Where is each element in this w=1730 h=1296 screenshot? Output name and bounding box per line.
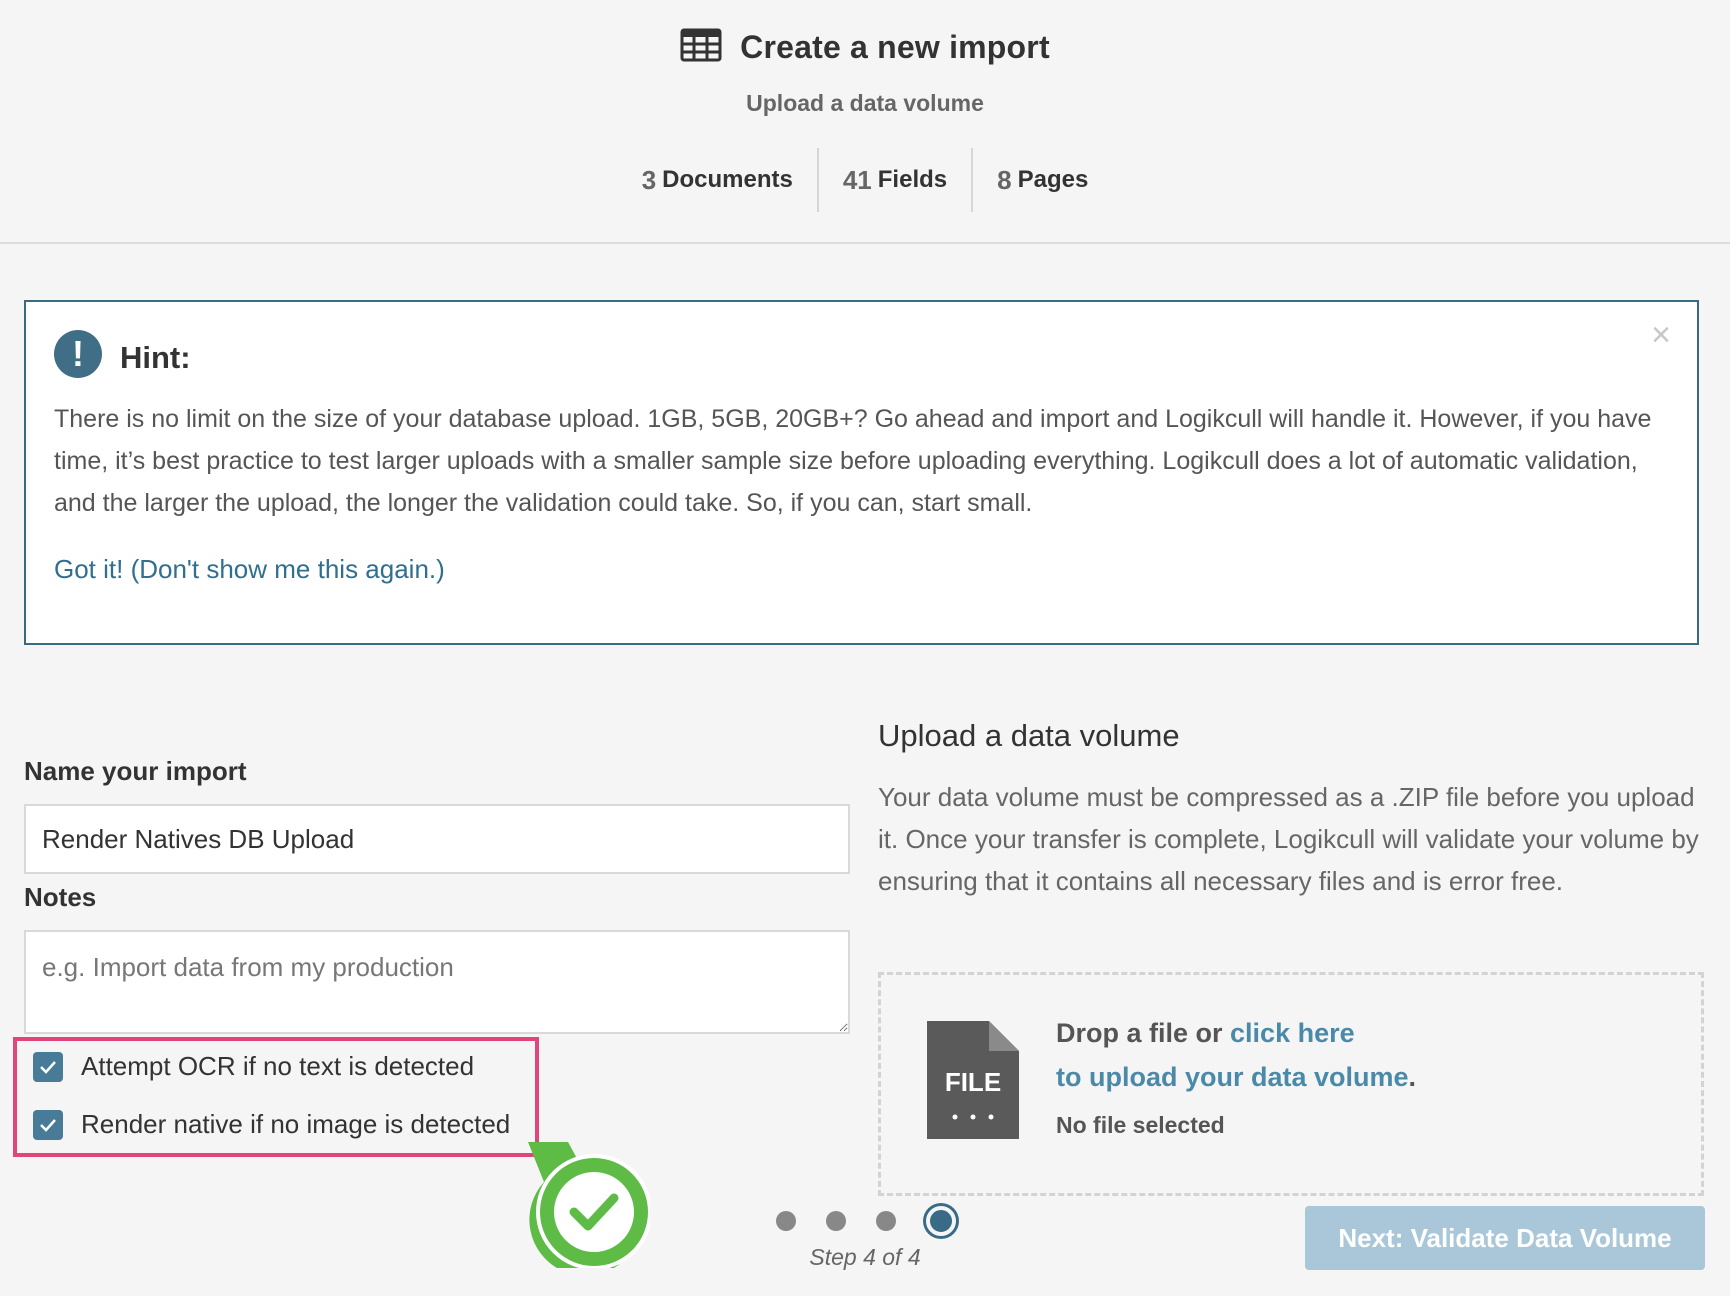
- step-dot-1: [776, 1211, 796, 1231]
- stat-documents-label: Documents: [662, 166, 793, 193]
- step-dot-3: [876, 1211, 896, 1231]
- checkmark-icon: [40, 1118, 56, 1132]
- file-icon: FILE: [923, 1017, 1023, 1148]
- page-subtitle: Upload a data volume: [746, 90, 984, 116]
- page-header: Create a new import Upload a data volume…: [0, 0, 1730, 244]
- upload-title: Upload a data volume: [878, 718, 1180, 753]
- notes-label: Notes: [24, 882, 97, 912]
- step-dot-2: [826, 1211, 846, 1231]
- file-dropzone[interactable]: FILE Drop a file or click here to upload…: [878, 972, 1704, 1196]
- ocr-checkbox[interactable]: [33, 1051, 63, 1082]
- table-icon: [680, 28, 722, 67]
- stat-pages: 8 Pages: [971, 148, 1112, 212]
- stat-pages-count: 8: [997, 164, 1012, 195]
- drop-instructions: Drop a file or click here to upload your…: [1056, 1011, 1416, 1099]
- upload-description: Your data volume must be compressed as a…: [878, 782, 1699, 896]
- import-stats: 3 Documents 41 Fields 8 Pages: [0, 148, 1730, 212]
- hint-panel: ! Hint: × There is no limit on the size …: [24, 300, 1699, 645]
- name-label: Name your import: [24, 756, 247, 786]
- drop-suffix: .: [1408, 1062, 1417, 1092]
- checkmark-icon: [40, 1060, 56, 1074]
- close-icon[interactable]: ×: [1651, 316, 1671, 355]
- hint-body: There is no limit on the size of your da…: [54, 405, 1652, 517]
- next-validate-button[interactable]: Next: Validate Data Volume: [1305, 1206, 1705, 1270]
- render-native-option-label: Render native if no image is detected: [81, 1109, 511, 1139]
- step-indicator: [776, 1206, 956, 1236]
- file-icon-text: FILE: [945, 1067, 1001, 1097]
- stat-fields: 41 Fields: [816, 148, 971, 212]
- render-native-checkbox[interactable]: [33, 1109, 63, 1140]
- ocr-option[interactable]: Attempt OCR if no text is detected: [33, 1051, 474, 1082]
- file-status: No file selected: [1056, 1112, 1225, 1138]
- ocr-option-label: Attempt OCR if no text is detected: [81, 1051, 475, 1081]
- title-row: Create a new import: [0, 28, 1730, 67]
- stat-fields-label: Fields: [877, 166, 948, 193]
- exclamation-icon: !: [54, 330, 102, 378]
- render-native-option[interactable]: Render native if no image is detected: [33, 1109, 510, 1140]
- stat-pages-label: Pages: [1017, 166, 1089, 193]
- upload-volume-link[interactable]: to upload your data volume: [1056, 1062, 1409, 1092]
- stat-documents: 3 Documents: [618, 148, 817, 212]
- notes-textarea[interactable]: [24, 930, 850, 1034]
- import-name-input[interactable]: [24, 804, 850, 874]
- stat-documents-count: 3: [641, 164, 657, 195]
- click-here-link[interactable]: click here: [1230, 1018, 1355, 1048]
- stat-fields-count: 41: [842, 164, 872, 195]
- success-check-icon: [520, 1138, 652, 1276]
- page-title: Create a new import: [740, 29, 1050, 65]
- step-label: Step 4 of 4: [809, 1244, 921, 1270]
- drop-prefix: Drop a file or: [1056, 1018, 1231, 1048]
- import-options: Attempt OCR if no text is detected Rende…: [13, 1037, 539, 1157]
- hint-title: Hint:: [120, 340, 191, 375]
- dismiss-hint-link[interactable]: Got it! (Don't show me this again.): [54, 554, 445, 585]
- step-dot-4-active: [926, 1206, 956, 1236]
